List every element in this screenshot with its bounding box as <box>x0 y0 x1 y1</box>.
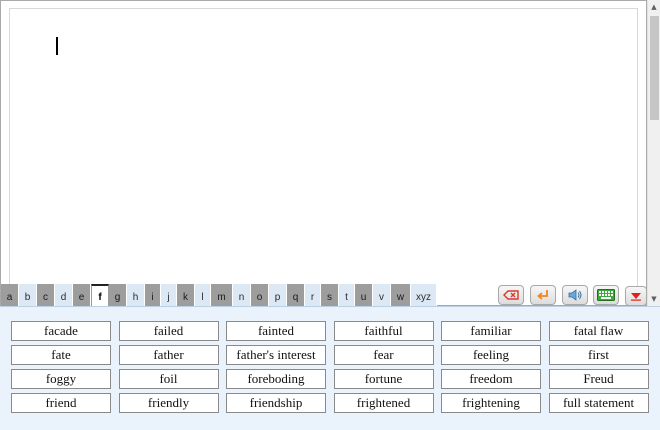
backspace-button[interactable] <box>498 285 524 305</box>
word-button[interactable]: fatal flaw <box>548 321 649 341</box>
word-button[interactable]: father <box>118 345 219 365</box>
enter-button[interactable] <box>530 285 556 305</box>
word-button[interactable]: friend <box>11 393 111 413</box>
tab-letter-a[interactable]: a <box>1 284 19 306</box>
tab-letter-m[interactable]: m <box>211 284 233 306</box>
tab-letter-e[interactable]: e <box>73 284 91 306</box>
word-button[interactable]: friendship <box>226 393 326 413</box>
tab-letter-u[interactable]: u <box>355 284 373 306</box>
word-button[interactable]: frightened <box>333 393 434 413</box>
vertical-scrollbar[interactable]: ▲ ▼ <box>647 0 660 306</box>
word-button[interactable]: fortune <box>333 369 434 389</box>
tab-letter-j[interactable]: j <box>161 284 177 306</box>
tab-letter-l[interactable]: l <box>195 284 211 306</box>
word-button[interactable]: facade <box>11 321 111 341</box>
tab-letter-xyz[interactable]: xyz <box>411 284 437 306</box>
word-button[interactable]: full statement <box>548 393 649 413</box>
text-caret <box>56 37 58 55</box>
tab-letter-v[interactable]: v <box>373 284 391 306</box>
tab-letter-h[interactable]: h <box>127 284 145 306</box>
word-button[interactable]: fate <box>11 345 111 365</box>
speaker-icon <box>567 289 583 301</box>
tab-letter-i[interactable]: i <box>145 284 161 306</box>
backspace-icon <box>503 290 519 300</box>
word-button[interactable]: familiar <box>441 321 541 341</box>
tab-letter-p[interactable]: p <box>269 284 287 306</box>
word-button[interactable]: first <box>548 345 649 365</box>
word-button[interactable]: fainted <box>226 321 326 341</box>
scroll-down-icon[interactable]: ▼ <box>648 292 660 306</box>
tab-letter-c[interactable]: c <box>37 284 55 306</box>
text-editor[interactable] <box>0 0 647 306</box>
word-button[interactable]: freedom <box>441 369 541 389</box>
word-button[interactable]: friendly <box>118 393 219 413</box>
keyboard-button[interactable] <box>593 285 619 305</box>
tab-letter-g[interactable]: g <box>109 284 127 306</box>
tab-letter-n[interactable]: n <box>233 284 251 306</box>
tab-letter-f[interactable]: f <box>91 284 109 306</box>
word-button[interactable]: feeling <box>441 345 541 365</box>
word-button[interactable]: frightening <box>441 393 541 413</box>
tab-letter-s[interactable]: s <box>321 284 339 306</box>
collapse-button[interactable] <box>625 286 647 306</box>
tab-letter-o[interactable]: o <box>251 284 269 306</box>
scroll-thumb[interactable] <box>650 16 659 120</box>
word-button[interactable]: foreboding <box>226 369 326 389</box>
scroll-up-icon[interactable]: ▲ <box>648 0 660 14</box>
word-button[interactable]: fear <box>333 345 434 365</box>
word-grid: facade failed fainted faithful familiar … <box>11 321 649 413</box>
word-button[interactable]: father's interest <box>226 345 326 365</box>
tab-letter-w[interactable]: w <box>391 284 411 306</box>
word-button[interactable]: failed <box>118 321 219 341</box>
tab-letter-r[interactable]: r <box>305 284 321 306</box>
tab-letter-b[interactable]: b <box>19 284 37 306</box>
word-button[interactable]: faithful <box>333 321 434 341</box>
word-prediction-panel: facade failed fainted faithful familiar … <box>0 306 660 430</box>
keyboard-icon <box>597 289 615 301</box>
letter-tab-strip: a b c d e f g h i j k l m n o p q r s t u v w xyz <box>1 284 437 306</box>
tab-letter-t[interactable]: t <box>339 284 355 306</box>
word-button[interactable]: foggy <box>11 369 111 389</box>
word-button[interactable]: foil <box>118 369 219 389</box>
speak-button[interactable] <box>562 285 588 305</box>
writing-area[interactable] <box>9 8 638 305</box>
word-button[interactable]: Freud <box>548 369 649 389</box>
enter-icon <box>536 289 550 301</box>
collapse-down-icon <box>630 291 642 301</box>
tab-letter-q[interactable]: q <box>287 284 305 306</box>
tab-letter-d[interactable]: d <box>55 284 73 306</box>
tab-letter-k[interactable]: k <box>177 284 195 306</box>
